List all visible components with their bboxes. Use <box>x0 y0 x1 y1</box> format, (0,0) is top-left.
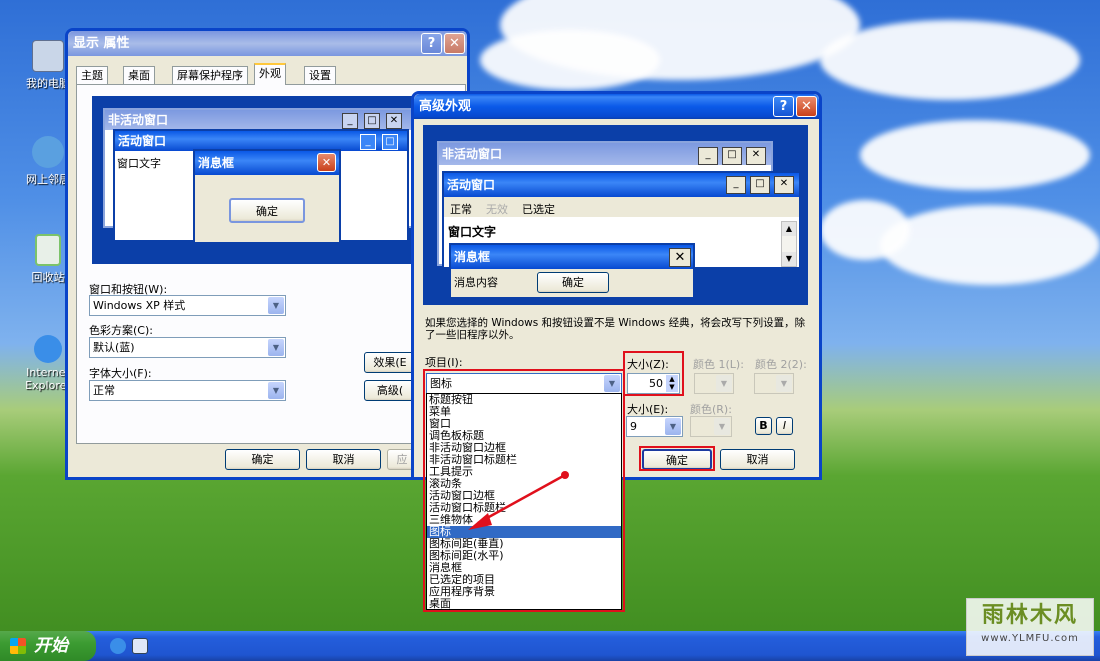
bold-button[interactable]: B <box>755 417 772 435</box>
color1-label: 颜色 1(L): <box>693 358 744 371</box>
font-size-label: 字体大小(F): <box>89 367 152 380</box>
windows-logo-icon <box>10 638 26 654</box>
preview-window-text: 窗口文字 <box>117 157 161 170</box>
adv-preview-msgbox-title: 消息框 <box>454 250 491 264</box>
preview-active-title: 活动窗口 <box>118 134 167 148</box>
advanced-button[interactable]: 高级( <box>364 380 416 401</box>
italic-button[interactable]: I <box>776 417 793 435</box>
watermark-url: www.YLMFU.com <box>981 633 1079 644</box>
font-color-select[interactable]: ▼ <box>690 416 732 437</box>
preview-inactive-title: 非活动窗口 <box>108 113 169 127</box>
advanced-note: 如果您选择的 Windows 和按钮设置不是 Windows 经典，将会改写下列… <box>425 317 806 341</box>
item-label: 项目(I): <box>425 356 463 369</box>
network-icon <box>32 136 64 168</box>
start-label: 开始 <box>34 636 68 656</box>
watermark-logo: 雨林木风 www.YLMFU.com <box>966 598 1094 656</box>
close-button[interactable]: ✕ <box>444 33 465 54</box>
font-size-label-adv: 大小(E): <box>627 403 669 416</box>
font-size-select-adv[interactable]: 9 ▼ <box>626 416 683 437</box>
highlight-size-box <box>623 351 684 396</box>
color-scheme-label: 色彩方案(C): <box>89 324 153 337</box>
annotation-arrow <box>468 471 569 530</box>
adv-preview-msgbox-content: 消息内容 <box>454 276 498 289</box>
windows-buttons-select[interactable]: Windows XP 样式 ▼ <box>89 295 286 316</box>
font-color-label: 颜色(R): <box>690 403 732 416</box>
effects-button[interactable]: 效果(E <box>364 352 416 373</box>
adv-preview-scrollbar: ▲ ▼ <box>781 221 797 267</box>
close-icon: ✕ <box>746 147 766 165</box>
font-size-select[interactable]: 正常 ▼ <box>89 380 286 401</box>
tab-settings[interactable]: 设置 <box>304 66 336 84</box>
minimize-icon: _ <box>342 113 358 129</box>
adv-preview-msgbox-titlebar: 消息框 <box>451 245 693 269</box>
preview-msgbox-title: 消息框 <box>198 156 235 170</box>
adv-preview-inactive-title: 非活动窗口 <box>442 147 503 161</box>
adv-preview-active-title: 活动窗口 <box>447 178 496 192</box>
advanced-appearance-titlebar[interactable]: 高级外观 ? ✕ <box>414 94 819 119</box>
font-size-value: 正常 <box>93 384 115 397</box>
chevron-down-icon[interactable]: ▼ <box>268 382 284 399</box>
advanced-cancel-button[interactable]: 取消 <box>720 449 795 470</box>
quicklaunch-app-icon[interactable] <box>132 638 148 654</box>
chevron-down-icon[interactable]: ▼ <box>665 418 681 435</box>
tab-appearance[interactable]: 外观 <box>254 63 286 85</box>
minimize-icon: _ <box>726 176 746 194</box>
close-icon: ✕ <box>386 113 402 129</box>
windows-buttons-value: Windows XP 样式 <box>93 299 186 312</box>
color-scheme-select[interactable]: 默认(蓝) ▼ <box>89 337 286 358</box>
adv-preview-menubar: 正常 无效 已选定 <box>444 197 799 217</box>
menu-disabled: 无效 <box>486 203 508 216</box>
desktop-icon-label: 我的电脑 <box>26 77 70 90</box>
quicklaunch-ie-icon[interactable] <box>110 638 126 654</box>
chevron-down-icon[interactable]: ▼ <box>714 418 730 435</box>
color1-select[interactable]: ▼ <box>694 373 734 394</box>
preview-msgbox: 消息框 ✕ 确定 <box>193 149 341 244</box>
chevron-down-icon[interactable]: ▼ <box>268 339 284 356</box>
scroll-up-icon: ▲ <box>782 222 796 236</box>
scroll-down-icon: ▼ <box>782 252 796 266</box>
chevron-down-icon[interactable]: ▼ <box>716 375 732 392</box>
chevron-down-icon[interactable]: ▼ <box>268 297 284 314</box>
maximize-icon: □ <box>364 113 380 129</box>
tab-themes[interactable]: 主题 <box>76 66 108 84</box>
recycle-bin-icon <box>35 234 61 266</box>
taskbar <box>0 631 1100 661</box>
color2-select[interactable]: ▼ <box>754 373 794 394</box>
watermark-text: 雨林木风 <box>981 603 1078 628</box>
color-scheme-value: 默认(蓝) <box>93 341 135 354</box>
maximize-icon: □ <box>750 176 770 194</box>
desktop-icon-label: 回收站 <box>31 271 65 284</box>
internet-explorer-icon <box>34 335 62 363</box>
maximize-icon: □ <box>382 134 398 150</box>
tab-desktop[interactable]: 桌面 <box>123 66 155 84</box>
ok-button[interactable]: 确定 <box>225 449 300 470</box>
adv-preview-msgbox: 消息框 ✕ 消息内容 确定 <box>449 243 695 299</box>
display-properties-titlebar[interactable]: 显示 属性 ? ✕ <box>68 31 467 56</box>
window-title: 高级外观 <box>419 99 472 114</box>
highlight-ok-box <box>639 446 715 471</box>
font-size-value-adv: 9 <box>630 420 637 433</box>
chevron-down-icon[interactable]: ▼ <box>776 375 792 392</box>
cancel-button[interactable]: 取消 <box>306 449 381 470</box>
help-button[interactable]: ? <box>773 96 794 117</box>
computer-icon <box>32 40 64 72</box>
window-title: 显示 属性 <box>73 36 130 51</box>
adv-preview-ok-button: 确定 <box>537 272 609 293</box>
desktop-icon-label: 网上邻居 <box>26 173 70 186</box>
help-button[interactable]: ? <box>421 33 442 54</box>
close-icon: ✕ <box>317 153 336 172</box>
close-icon: ✕ <box>774 176 794 194</box>
menu-normal: 正常 <box>450 203 472 216</box>
adv-preview-window-text: 窗口文字 <box>448 225 497 239</box>
menu-selected: 已选定 <box>522 203 555 216</box>
close-icon: ✕ <box>669 248 691 267</box>
minimize-icon: _ <box>360 134 376 150</box>
color2-label: 颜色 2(2): <box>755 358 807 371</box>
start-button[interactable]: 开始 <box>0 631 96 661</box>
preview-ok-button: 确定 <box>229 198 305 223</box>
minimize-icon: _ <box>698 147 718 165</box>
maximize-icon: □ <box>722 147 742 165</box>
tab-screensaver[interactable]: 屏幕保护程序 <box>172 66 248 84</box>
close-button[interactable]: ✕ <box>796 96 817 117</box>
